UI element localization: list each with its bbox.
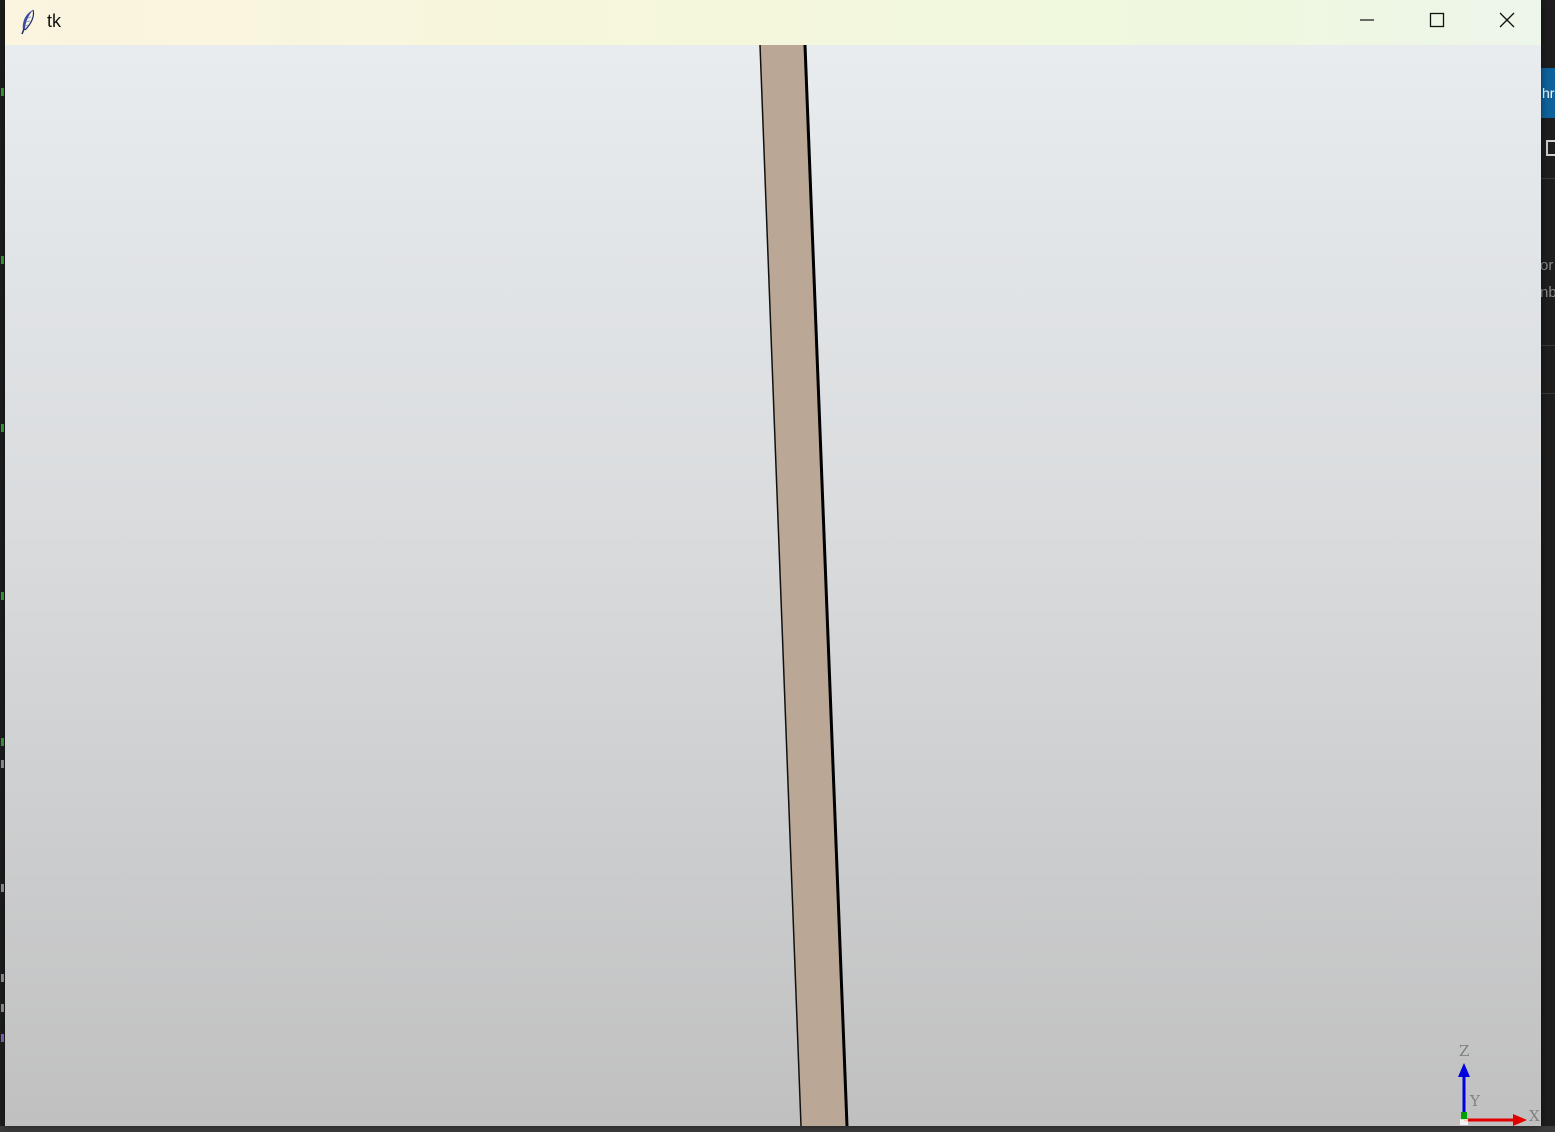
axis-y-label: Y [1470,1092,1480,1110]
3d-scene [759,45,1527,1126]
axis-triad [1458,1063,1527,1126]
tk-window: tk Z Y X [5,0,1541,1126]
background-text-line: nb [1540,284,1555,301]
maximize-icon [1429,12,1445,33]
background-editor-right-edge [1541,0,1555,1132]
maximize-button[interactable] [1402,0,1472,45]
background-checkbox[interactable] [1546,140,1555,156]
beam-shape [760,45,847,1126]
background-divider [1541,345,1555,346]
close-button[interactable] [1472,0,1542,45]
background-divider [1541,178,1555,179]
axis-z-label: Z [1459,1042,1470,1060]
tk-feather-icon [19,9,37,35]
title-bar[interactable]: tk [5,0,1541,45]
background-divider [1541,393,1555,394]
3d-viewport[interactable]: Z Y X [5,45,1541,1126]
background-taskbar-edge [0,1126,1555,1132]
window-title: tk [47,11,62,31]
minimize-button[interactable] [1332,0,1402,45]
minimize-icon [1359,12,1375,33]
axis-x-label: X [1529,1107,1540,1125]
close-icon [1499,12,1515,33]
background-text-line: or [1540,257,1554,274]
background-primary-button[interactable]: hr [1541,68,1555,118]
